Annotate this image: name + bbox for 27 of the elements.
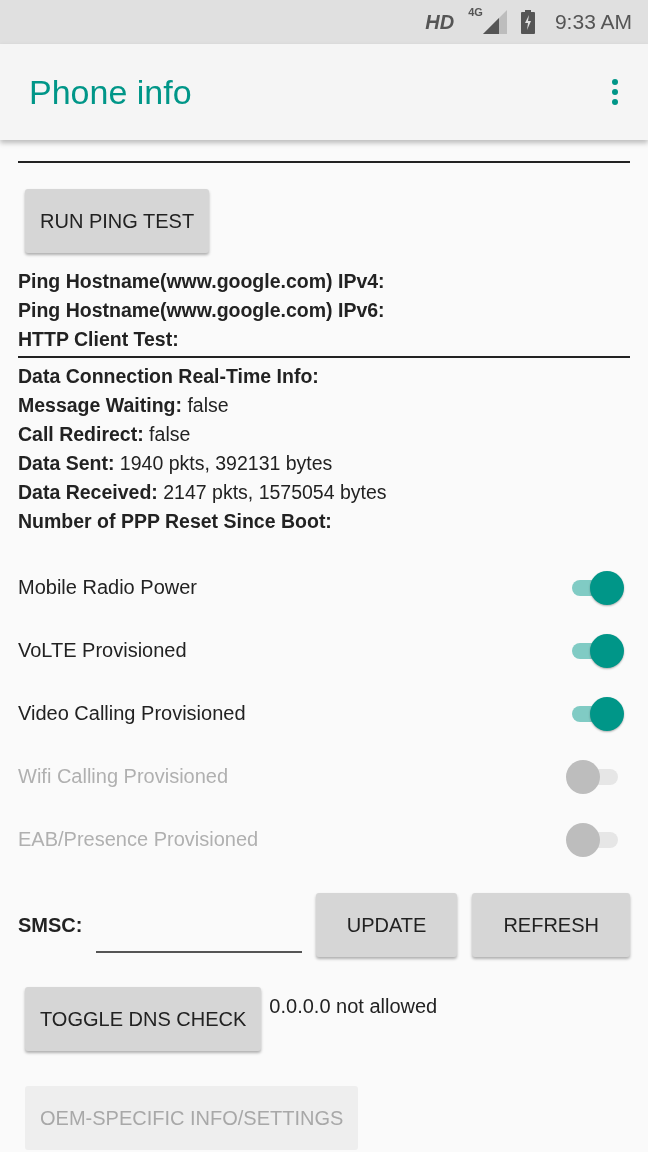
network-type-label: 4G: [468, 6, 483, 18]
info-text: Message Waiting: false: [18, 393, 230, 418]
action-button[interactable]: REFRESH: [472, 893, 630, 957]
info-label: Ping Hostname(www.google.com) IPv6:: [18, 298, 386, 323]
dns-status: 0.0.0.0 not allowed: [269, 995, 438, 1018]
info-text: Data Sent: 1940 pkts, 392131 bytes: [18, 451, 334, 476]
switch-label: EAB/Presence Provisioned: [18, 828, 259, 851]
switch-label: Wifi Calling Provisioned: [18, 765, 229, 788]
info-text: Data Received: 2147 pkts, 1575054 bytes: [18, 480, 388, 505]
switch-label: Video Calling Provisioned: [18, 702, 246, 725]
switch-label: Mobile Radio Power: [18, 576, 197, 599]
smsc-label: SMSC:: [18, 913, 84, 937]
switch-label: VoLTE Provisioned: [18, 639, 187, 662]
network-label: HD: [425, 10, 455, 34]
signal-icon: [482, 10, 507, 34]
info-label: Number of PPP Reset Since Boot:: [18, 509, 333, 534]
info-label: Ping Hostname(www.google.com) IPv4:: [18, 269, 386, 294]
info-text: Call Redirect: false: [18, 422, 192, 447]
clock: 9:33 AM: [554, 10, 632, 34]
battery-charging-icon: [520, 10, 535, 34]
toggle-dns-check-button[interactable]: TOGGLE DNS CHECK: [25, 987, 262, 1051]
action-button[interactable]: UPDATE: [315, 893, 458, 957]
info-label: HTTP Client Test:: [18, 327, 180, 352]
info-label: Data Connection Real-Time Info:: [18, 364, 320, 389]
app-title: Phone info: [29, 72, 192, 112]
run-ping-test-button[interactable]: RUN PING TEST: [25, 189, 210, 253]
more-options-icon[interactable]: [612, 79, 618, 105]
